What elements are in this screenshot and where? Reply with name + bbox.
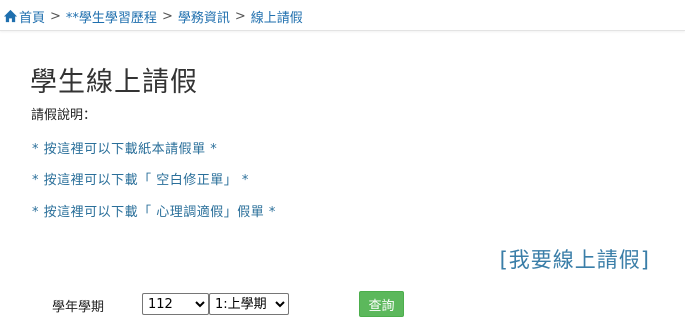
notice-label: 請假說明：	[31, 108, 97, 123]
download-paper-form-link[interactable]: * 按這裡可以下載紙本請假單 *	[32, 138, 217, 157]
breadcrumb-separator: >	[234, 9, 246, 24]
breadcrumb-separator: >	[161, 9, 173, 24]
apply-online-leave-link[interactable]: [我要線上請假]	[500, 244, 650, 274]
breadcrumb-home[interactable]: 首頁	[19, 7, 45, 26]
breadcrumb-student-affairs[interactable]: 學務資訊	[178, 7, 230, 26]
school-year-select[interactable]: 112	[142, 293, 209, 315]
breadcrumb: 首頁 > **學生學習歷程 > 學務資訊 > 線上請假	[3, 7, 303, 26]
breadcrumb-separator: >	[50, 9, 61, 24]
query-button[interactable]: 查詢	[359, 291, 404, 317]
download-correction-form-link[interactable]: * 按這裡可以下載「 空白修正單」 *	[32, 169, 249, 188]
breadcrumb-online-leave[interactable]: 線上請假	[251, 7, 303, 26]
download-mental-health-form-link[interactable]: * 按這裡可以下載「 心理調適假」假單 *	[32, 201, 276, 220]
school-year-term-label: 學年學期	[52, 300, 105, 315]
home-icon[interactable]	[3, 9, 18, 23]
page-title: 學生線上請假	[30, 67, 198, 98]
breadcrumb-bar: 首頁 > **學生學習歷程 > 學務資訊 > 線上請假	[0, 0, 685, 31]
semester-select[interactable]: 1:上學期	[209, 293, 289, 315]
breadcrumb-learning-portfolio[interactable]: **學生學習歷程	[66, 7, 157, 26]
